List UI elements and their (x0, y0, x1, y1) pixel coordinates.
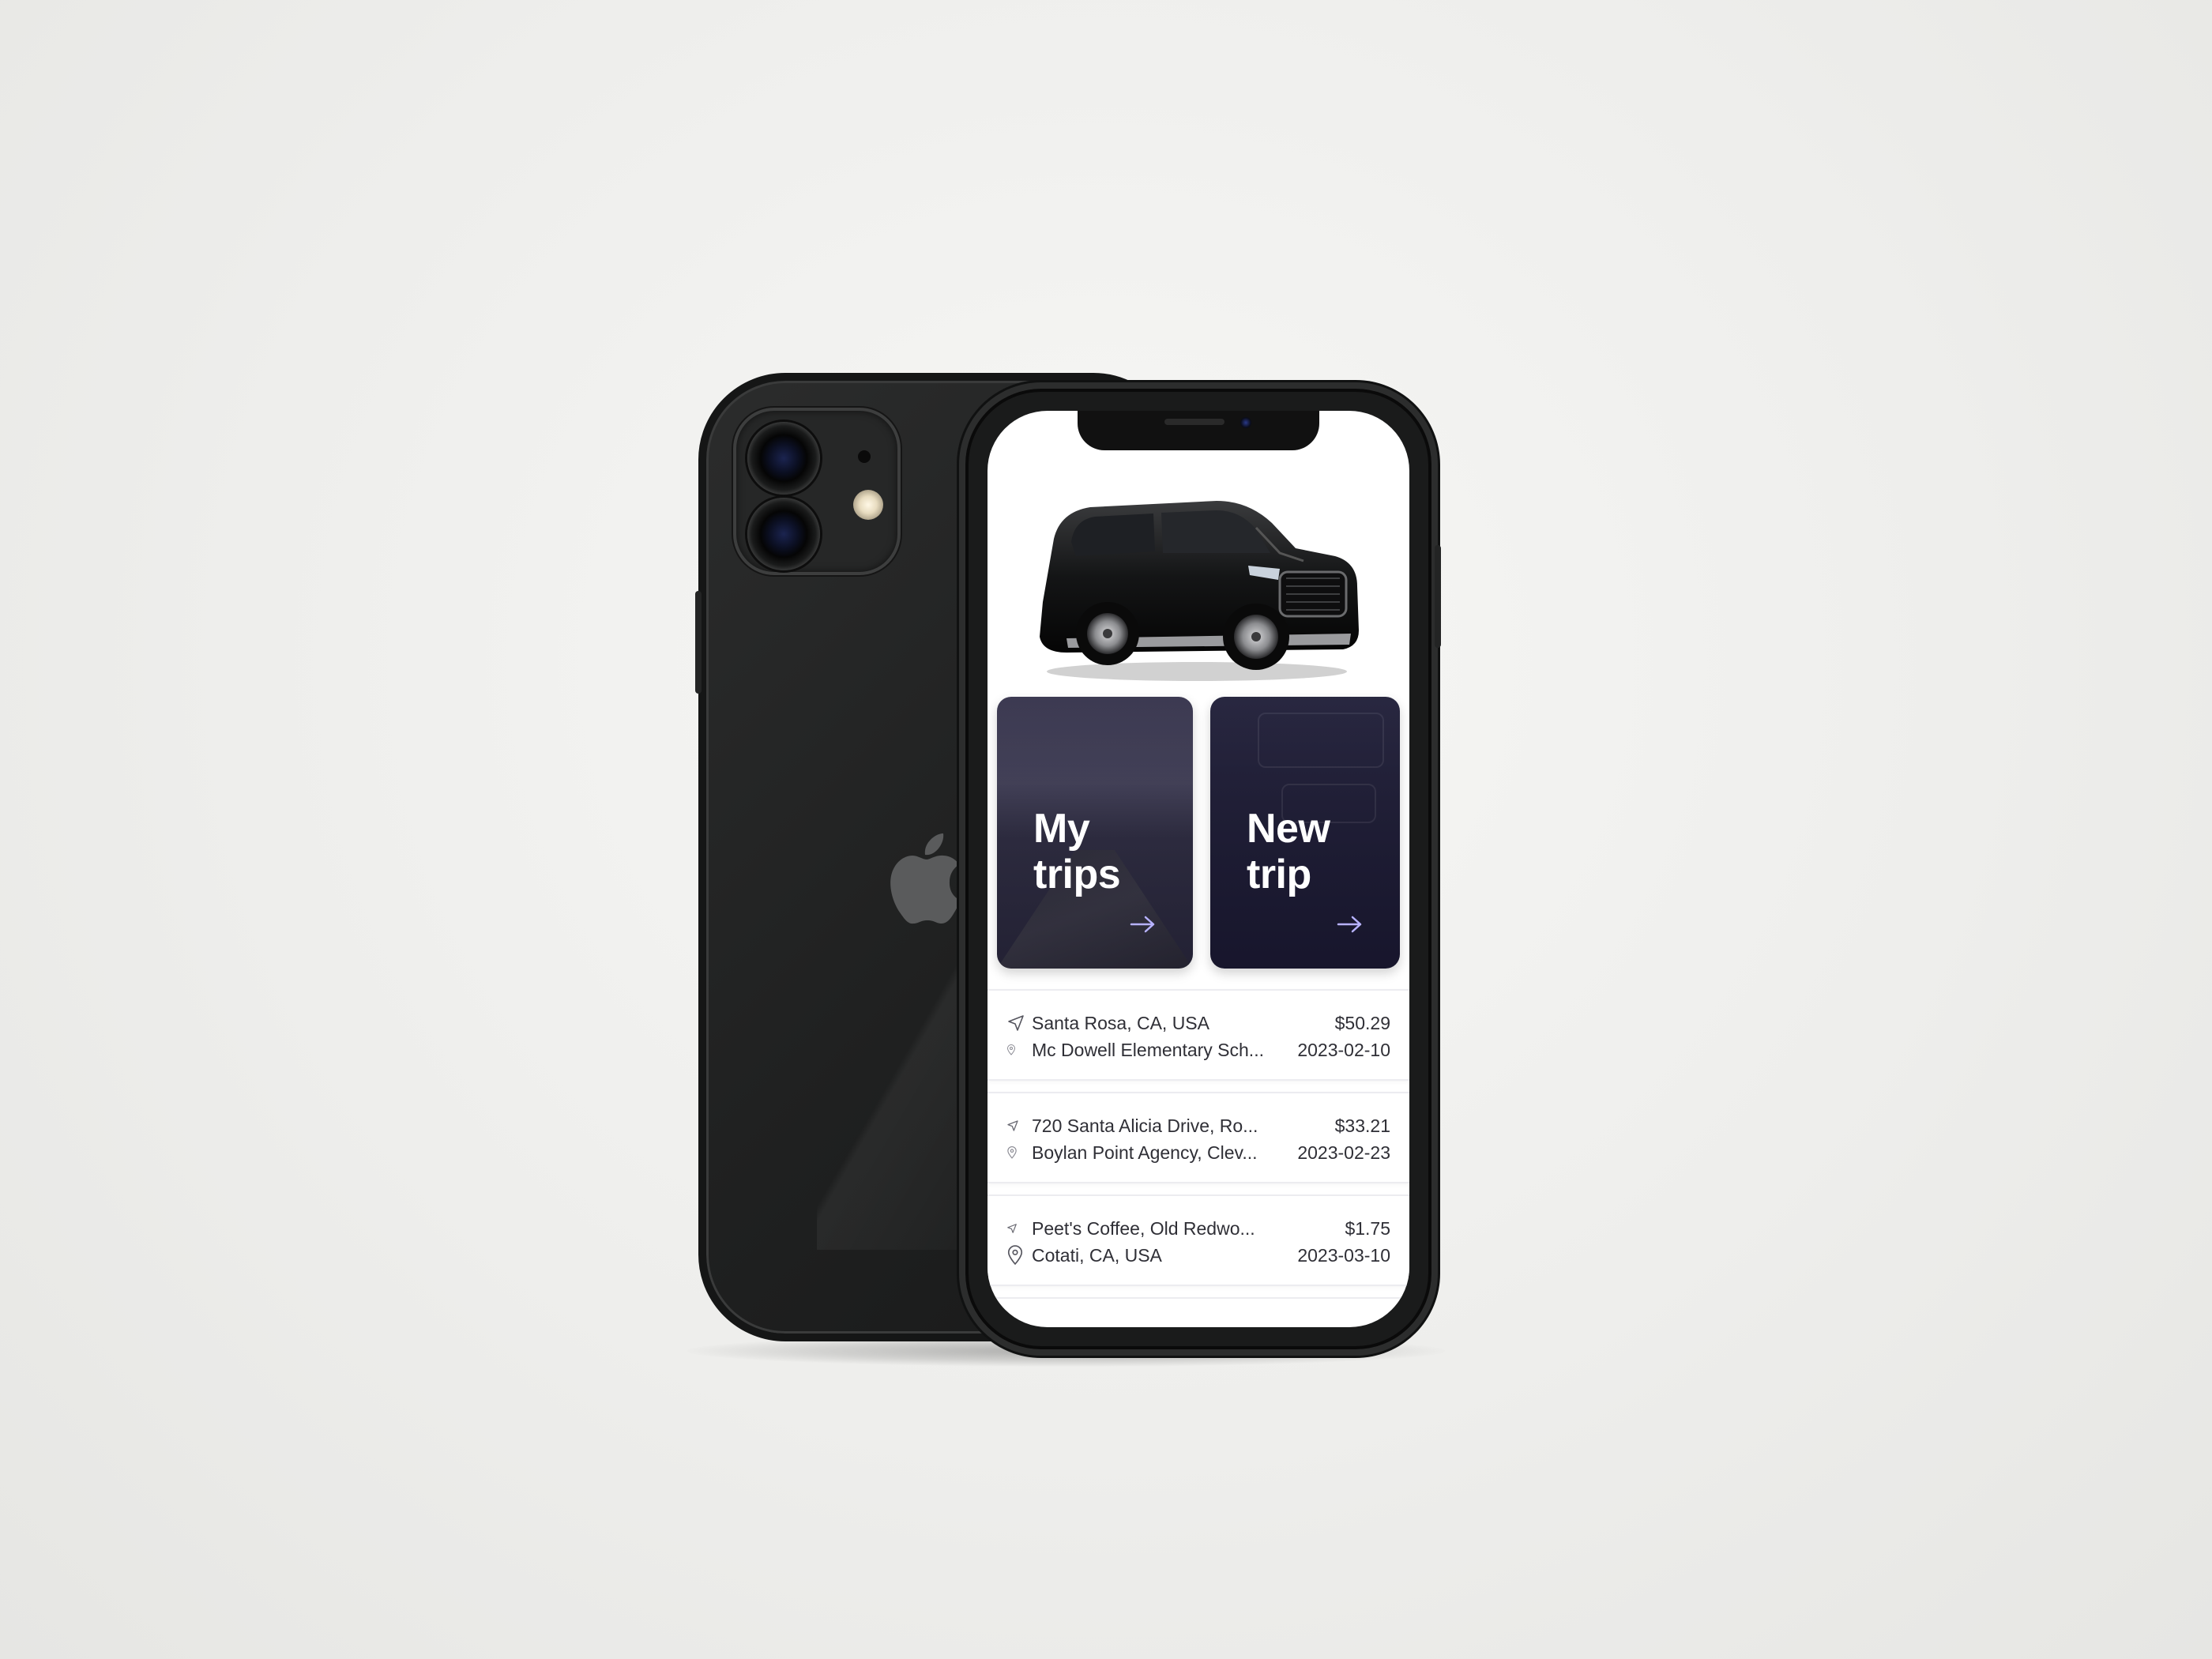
trip-list-item[interactable]: 720 Santa Alicia Drive, Ro... $33.21 Boy… (988, 1092, 1409, 1183)
map-pin-icon (1006, 1245, 1027, 1266)
camera-lens-icon (747, 422, 820, 495)
navigation-arrow-icon (1006, 1223, 1027, 1234)
trip-list-item[interactable]: Peet's Coffee, Old Redwo... $1.75 Cotati… (988, 1194, 1409, 1286)
trip-destination: Mc Dowell Elementary Sch... (1032, 1039, 1264, 1060)
trip-price: $33.21 (1334, 1115, 1390, 1136)
camera-module (733, 408, 901, 575)
microphone-icon (858, 450, 871, 463)
side-button (1435, 545, 1441, 648)
trip-origin: Santa Rosa, CA, USA (1032, 1012, 1209, 1033)
map-pin-icon (1006, 1146, 1027, 1159)
trip-date: 2023-03-10 (1297, 1244, 1390, 1266)
trip-list-item[interactable]: Santa Rosa, CA, USA $50.29 Mc Dowell Ele… (988, 989, 1409, 1081)
trip-price: $50.29 (1334, 1012, 1390, 1033)
arrow-right-icon (1337, 916, 1362, 933)
trip-date: 2023-02-23 (1297, 1142, 1390, 1163)
phone-front: My trips New trip Santa Rosa, CA, USA $5… (959, 382, 1438, 1356)
trip-price: $1.75 (1345, 1217, 1390, 1239)
camera-lens-icon (747, 498, 820, 570)
arrow-right-icon (1130, 916, 1155, 933)
new-trip-title: New trip (1247, 806, 1330, 897)
trip-list-item-partial[interactable] (988, 1297, 1409, 1327)
trip-origin: Peet's Coffee, Old Redwo... (1032, 1217, 1255, 1239)
trip-destination: Boylan Point Agency, Clev... (1032, 1142, 1258, 1163)
flash-icon (853, 490, 883, 520)
car-image (1040, 501, 1359, 681)
new-trip-card[interactable]: New trip (1210, 697, 1400, 969)
trip-list: Santa Rosa, CA, USA $50.29 Mc Dowell Ele… (988, 989, 1409, 1327)
trip-destination: Cotati, CA, USA (1032, 1244, 1162, 1266)
navigation-arrow-icon (1006, 1119, 1027, 1132)
navigation-arrow-icon (1006, 1014, 1027, 1033)
speaker-grille (1164, 419, 1224, 425)
volume-button (695, 591, 702, 694)
front-camera-icon (1240, 417, 1251, 428)
app-screen: My trips New trip Santa Rosa, CA, USA $5… (988, 411, 1409, 1327)
map-pin-icon (1006, 1044, 1027, 1055)
my-trips-title: My trips (1033, 806, 1121, 897)
notch (1078, 411, 1319, 450)
trip-origin: 720 Santa Alicia Drive, Ro... (1032, 1115, 1258, 1136)
trip-date: 2023-02-10 (1297, 1039, 1390, 1060)
my-trips-card[interactable]: My trips (997, 697, 1193, 969)
dashboard-detail (1258, 713, 1384, 768)
